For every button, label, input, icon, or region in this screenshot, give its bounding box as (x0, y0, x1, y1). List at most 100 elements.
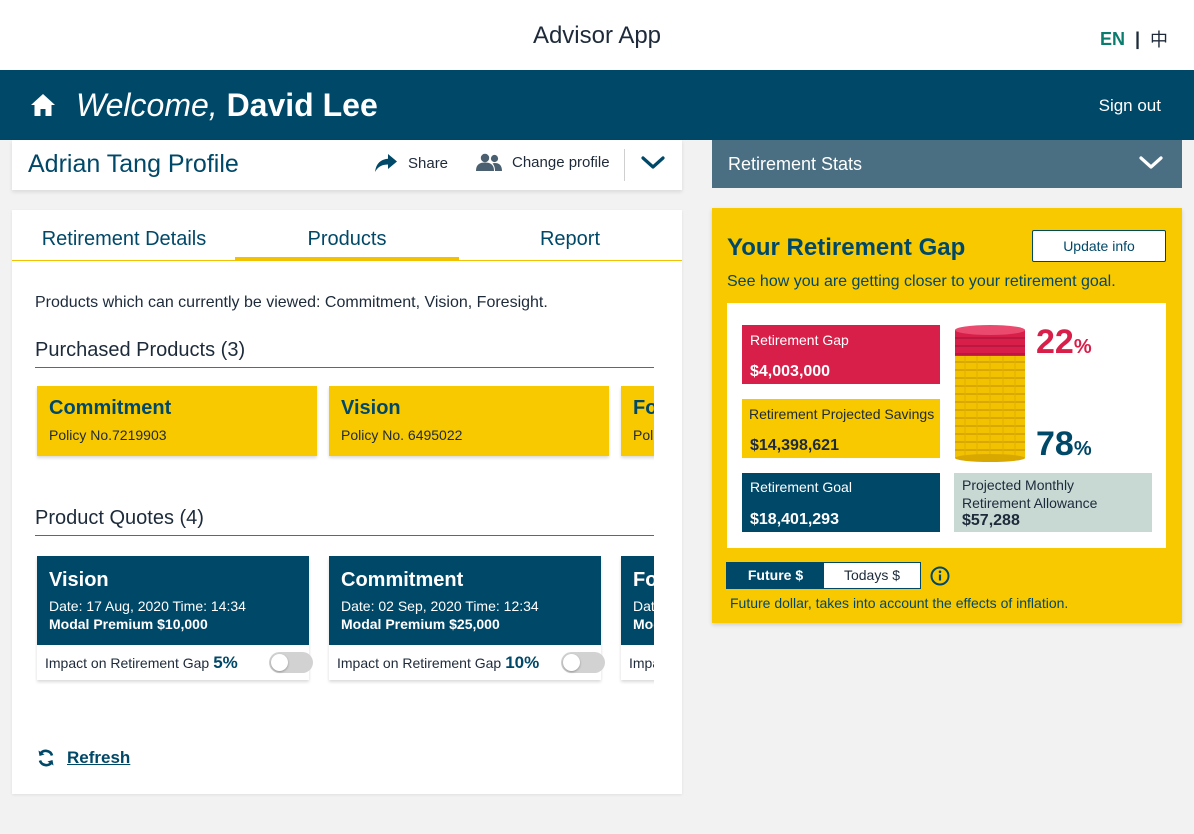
product-quotes-title: Product Quotes (4) (35, 507, 204, 529)
quote-product-name: Vision (49, 569, 109, 591)
change-profile-label: Change profile (512, 153, 610, 171)
welcome-bar: Welcome, David Lee Sign out (0, 70, 1194, 140)
profile-divider (624, 149, 625, 181)
quote-card-header: Foresight Date Modal (621, 556, 654, 645)
purchased-products-title: Purchased Products (3) (35, 339, 246, 361)
purchased-product-card[interactable]: Commitment Policy No.7219903 (37, 386, 317, 456)
retirement-stats-bar[interactable]: Retirement Stats (712, 140, 1182, 188)
percent-symbol: % (1073, 336, 1092, 358)
home-icon[interactable] (30, 93, 56, 117)
purchased-products-carousel[interactable]: Commitment Policy No.7219903 Vision Poli… (35, 386, 654, 462)
policy-number: Policy No. (633, 427, 654, 443)
policy-number: Policy No. 6495022 (341, 427, 463, 443)
impact-on-gap: Impact on Retirement Gap 10% (337, 653, 539, 673)
retirement-gap-title: Your Retirement Gap (727, 234, 966, 261)
tab-products[interactable]: Products (235, 228, 459, 261)
welcome-greeting: Welcome, (76, 87, 218, 123)
impact-value: 10% (505, 653, 540, 672)
welcome-message: Welcome, David Lee (76, 87, 378, 124)
chevron-down-icon[interactable] (1138, 154, 1164, 172)
impact-on-gap: Impact on Retirement Gap 5% (45, 653, 238, 673)
lang-separator: | (1134, 28, 1140, 49)
product-name: Foresight (633, 397, 654, 419)
update-info-button[interactable]: Update info (1032, 230, 1166, 262)
quote-date-time: Date: 17 Aug, 2020 Time: 14:34 (49, 598, 246, 614)
retirement-gap-subtitle: See how you are getting closer to your r… (727, 273, 1116, 290)
retirement-gap-value: $4,003,000 (750, 363, 831, 380)
impact-label: Impact on Retirement Gap (337, 655, 502, 671)
info-icon[interactable] (930, 566, 950, 586)
profile-title: Adrian Tang Profile (28, 150, 239, 178)
chevron-down-icon[interactable] (640, 154, 666, 172)
quote-modal-premium: Modal Premium $25,000 (341, 616, 500, 632)
quote-modal-premium: Modal Premium $10,000 (49, 616, 208, 632)
lang-zh-button[interactable]: 中 (1150, 26, 1168, 52)
app-title: Advisor App (532, 22, 662, 49)
impact-toggle[interactable] (269, 652, 313, 673)
coin-stack-icon (955, 325, 1025, 462)
retirement-gap-summary: Retirement Gap $4,003,000 Retirement Pro… (727, 303, 1166, 548)
tab-retirement-details[interactable]: Retirement Details (12, 228, 236, 261)
section-divider (35, 367, 654, 368)
product-name: Vision (341, 397, 401, 419)
impact-on-gap: Impact on Retirement Gap (629, 653, 654, 673)
retirement-goal-box: Retirement Goal $18,401,293 (742, 473, 940, 532)
impact-value: 5% (213, 653, 238, 672)
percent-symbol: % (1073, 438, 1092, 460)
language-switch: EN | 中 (1100, 26, 1168, 52)
monthly-allowance-box: Projected Monthly Retirement Allowance $… (954, 473, 1152, 532)
tab-report[interactable]: Report (458, 228, 682, 261)
retirement-gap-label: Retirement Gap (750, 332, 849, 348)
lang-en-button[interactable]: EN (1100, 29, 1125, 50)
quote-product-name: Foresight (633, 569, 654, 591)
retirement-goal-value: $18,401,293 (750, 511, 839, 528)
quote-card-header: Commitment Date: 02 Sep, 2020 Time: 12:3… (329, 556, 601, 645)
savings-percentage-value: 78 (1036, 425, 1074, 463)
projected-savings-value: $14,398,621 (750, 437, 839, 454)
products-panel: Retirement Details Products Report Produ… (12, 210, 682, 794)
refresh-icon (38, 749, 54, 767)
projected-savings-label: Retirement Projected Savings (749, 406, 935, 422)
top-bar: Advisor App EN | 中 (0, 0, 1194, 70)
toggle-knob (271, 654, 288, 671)
refresh-button[interactable]: Refresh (37, 748, 130, 768)
quote-card[interactable]: Vision Date: 17 Aug, 2020 Time: 14:34 Mo… (37, 556, 313, 680)
quote-date-time: Date (633, 598, 654, 614)
share-icon (375, 154, 397, 172)
change-profile-button[interactable]: Change profile (476, 153, 610, 171)
advisor-name: David Lee (226, 87, 378, 123)
impact-label: Impact on Retirement Gap (45, 655, 210, 671)
todays-dollar-option[interactable]: Todays $ (824, 563, 920, 588)
refresh-label: Refresh (67, 748, 131, 767)
currency-toggle: Future $ Todays $ (726, 562, 921, 589)
purchased-product-card[interactable]: Vision Policy No. 6495022 (329, 386, 609, 456)
section-divider (35, 535, 654, 536)
impact-toggle[interactable] (561, 652, 605, 673)
retirement-gap-box: Retirement Gap $4,003,000 (742, 325, 940, 384)
profile-header-card: Adrian Tang Profile Share Change profile (12, 140, 682, 190)
monthly-allowance-label: Projected Monthly Retirement Allowance (962, 477, 1098, 511)
monthly-allowance-value: $57,288 (962, 512, 1020, 529)
share-label: Share (408, 154, 449, 172)
retirement-gap-panel: Your Retirement Gap Update info See how … (712, 208, 1182, 623)
quote-card[interactable]: Foresight Date Modal Impact on Retiremen… (621, 556, 654, 680)
gap-percentage-value: 22 (1036, 323, 1074, 361)
share-button[interactable]: Share (374, 153, 448, 173)
toggle-knob (563, 654, 580, 671)
quote-product-name: Commitment (341, 569, 464, 591)
tab-bar: Retirement Details Products Report (12, 210, 682, 261)
inflation-note: Future dollar, takes into account the ef… (730, 595, 1069, 611)
product-quotes-carousel[interactable]: Vision Date: 17 Aug, 2020 Time: 14:34 Mo… (35, 556, 654, 686)
purchased-product-card[interactable]: Foresight Policy No. (621, 386, 654, 456)
retirement-stats-title: Retirement Stats (728, 154, 863, 174)
impact-label: Impact on Retirement Gap (629, 655, 654, 671)
viewable-products-text: Products which can currently be viewed: … (35, 294, 548, 311)
savings-percentage: 78% (1036, 425, 1092, 464)
quote-modal-premium: Modal (633, 616, 654, 632)
retirement-goal-label: Retirement Goal (750, 479, 852, 495)
sign-out-link[interactable]: Sign out (1099, 96, 1161, 116)
policy-number: Policy No.7219903 (49, 427, 167, 443)
future-dollar-option[interactable]: Future $ (727, 563, 824, 588)
quote-date-time: Date: 02 Sep, 2020 Time: 12:34 (341, 598, 539, 614)
quote-card[interactable]: Commitment Date: 02 Sep, 2020 Time: 12:3… (329, 556, 605, 680)
